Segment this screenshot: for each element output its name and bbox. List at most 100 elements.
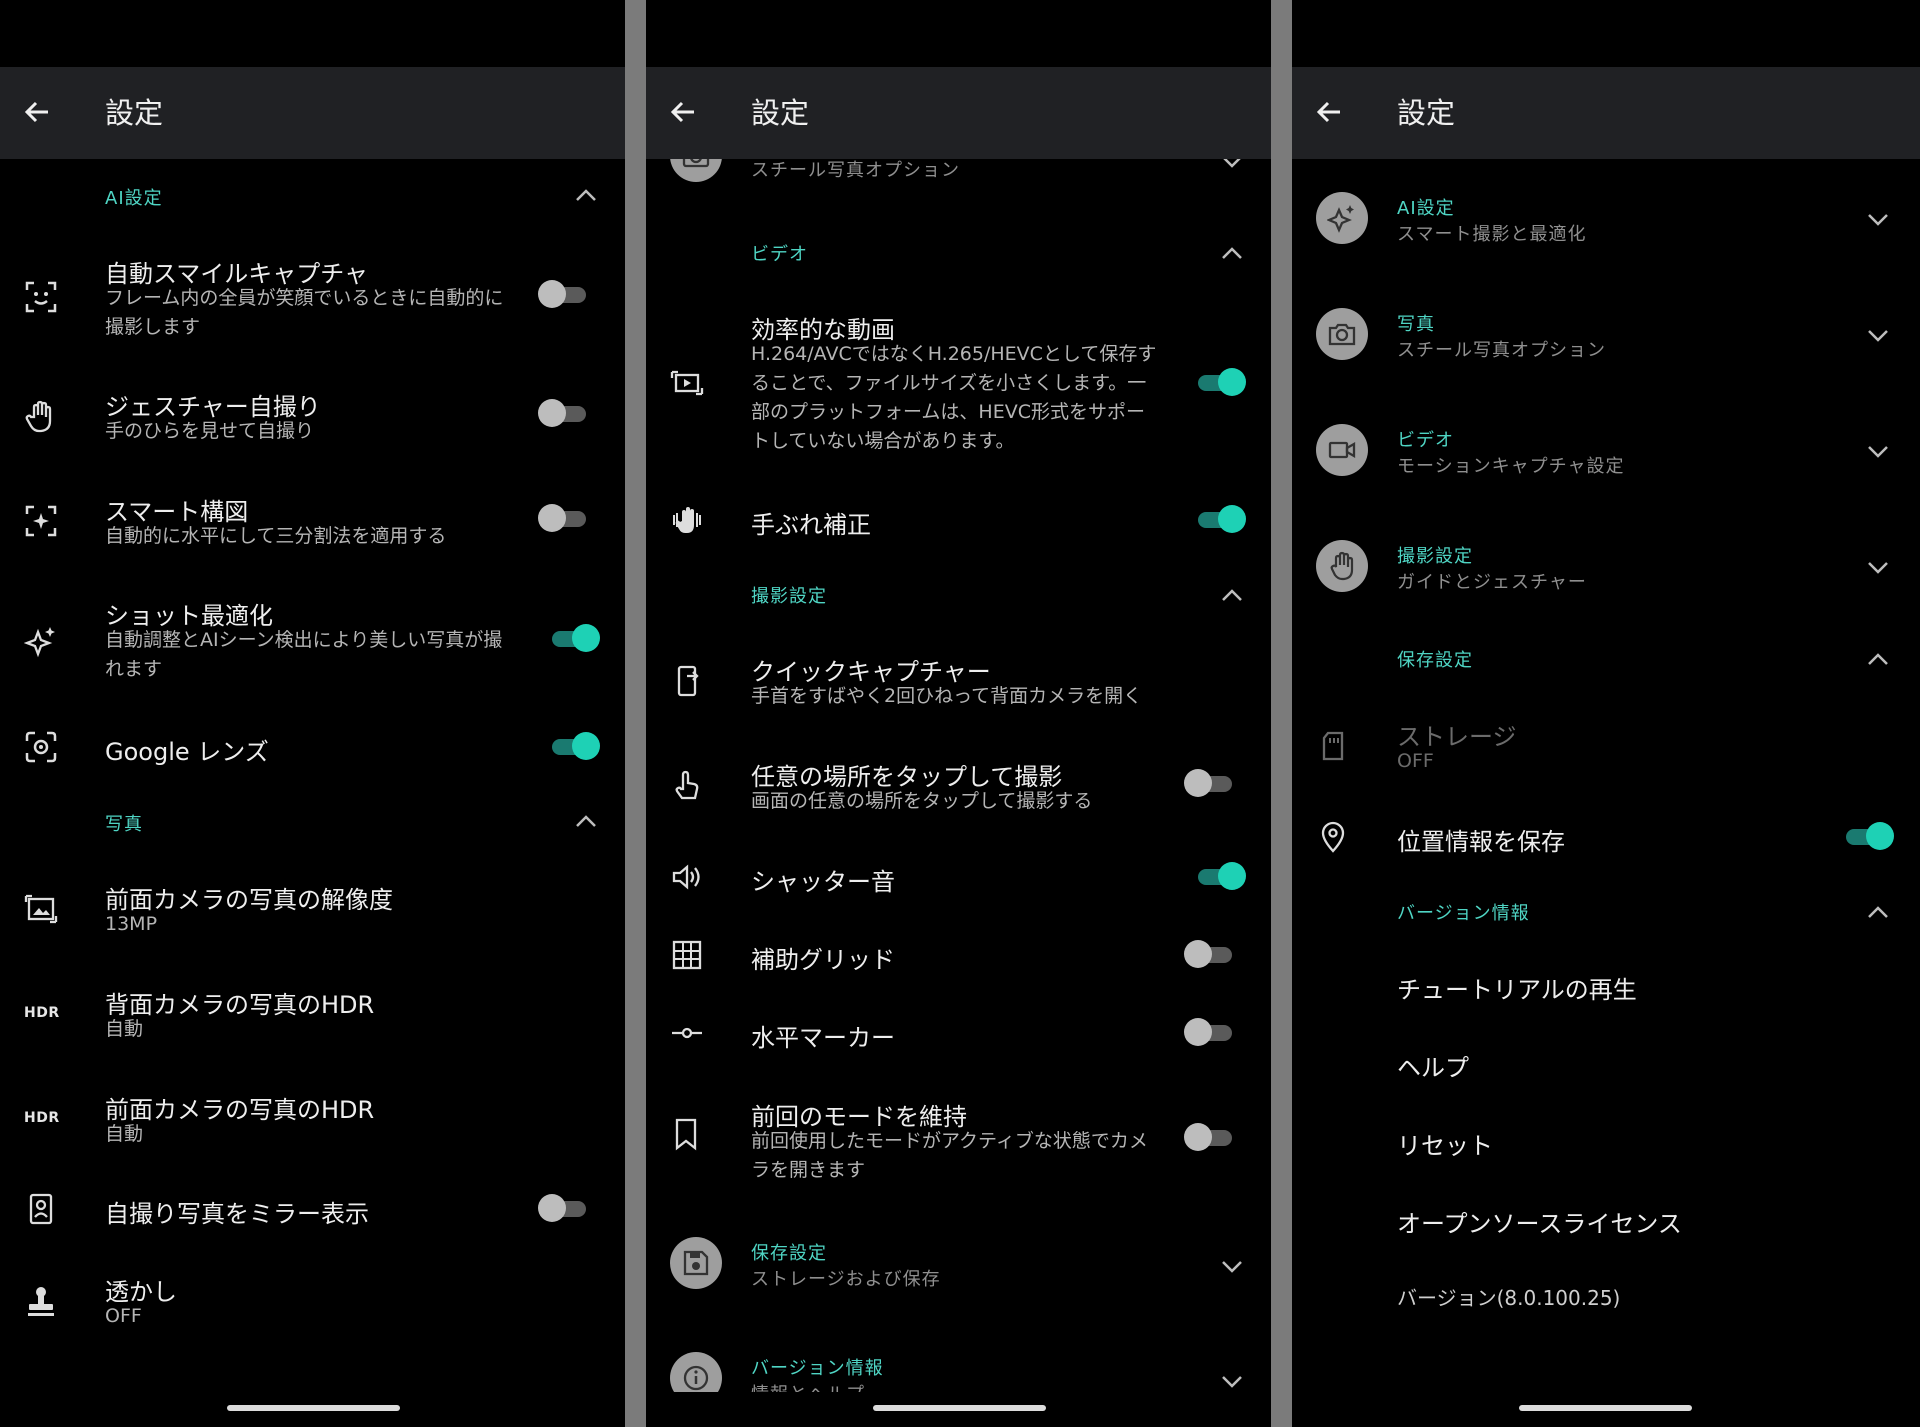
chevron-down-icon[interactable] (1867, 212, 1889, 226)
chevron-up-icon[interactable] (575, 813, 597, 827)
setting-title: 背面カメラの写真のHDR (105, 991, 375, 1019)
category-subtitle: スマート撮影と最適化 (1397, 224, 1587, 245)
setting-subtitle: 前回使用したモードがアクティブな状態でカメラを開きます (751, 1130, 1148, 1181)
setting-subtitle: フレーム内の全員が笑顔でいるときに自動的に撮影します (105, 287, 504, 338)
toggle-save-location[interactable] (1842, 822, 1894, 850)
category-title: ビデオ (1397, 430, 1454, 451)
category-subtitle: モーションキャプチャ設定 (1397, 456, 1625, 477)
category-subtitle: ガイドとジェスチャー (1397, 572, 1587, 593)
chevron-up-icon[interactable] (1867, 904, 1889, 918)
chevron-down-icon[interactable] (1867, 444, 1889, 458)
chevron-down-icon[interactable] (1221, 1374, 1243, 1388)
sparkle-icon (23, 624, 58, 658)
version-text: バージョン(8.0.100.25) (1397, 1286, 1621, 1310)
setting-subtitle: 画面の任意の場所をタップして撮影する (751, 790, 1093, 812)
location-pin-icon (1316, 820, 1350, 854)
chevron-up-icon[interactable] (1221, 245, 1243, 259)
toggle-stabilization[interactable] (1194, 505, 1246, 533)
setting-subtitle: 自動 (105, 1018, 144, 1040)
toggle-efficient-video[interactable] (1194, 368, 1246, 396)
back-arrow-icon[interactable] (22, 97, 52, 127)
panel-divider (1271, 0, 1292, 1427)
home-indicator[interactable] (227, 1405, 400, 1411)
home-indicator[interactable] (1519, 1405, 1692, 1411)
section-header-version: バージョン情報 (1397, 903, 1530, 924)
image-resolution-icon (24, 892, 58, 926)
toggle-level-marker[interactable] (1184, 1018, 1236, 1046)
setting-subtitle: 自動調整とAIシーン検出により美しい写真が撮れます (105, 629, 503, 680)
chevron-down-icon[interactable] (1867, 328, 1889, 342)
palm-icon (24, 399, 58, 433)
link-reset[interactable]: リセット (1397, 1126, 1493, 1161)
setting-subtitle: 手首をすばやく2回ひねって背面カメラを開く (751, 685, 1143, 707)
panel-divider (625, 0, 646, 1427)
setting-subtitle: OFF (105, 1305, 142, 1327)
page-title: 設定 (105, 96, 164, 130)
category-version-info[interactable]: バージョン情報 情報とヘルプ (646, 1352, 1271, 1392)
toggle-shot-optimization[interactable] (548, 624, 600, 652)
toggle-grid[interactable] (1184, 940, 1236, 968)
settings-panel-video-shooting: スチール写真オプション 設定 ビデオ 効率的な動画 H.264/AVCではなくH… (646, 0, 1271, 1427)
toggle-google-lens[interactable] (548, 732, 600, 760)
hdr-icon: HDR (24, 1005, 60, 1021)
composition-sparkle-icon (24, 504, 58, 538)
link-open-source-licenses[interactable]: オープンソースライセンス (1397, 1204, 1682, 1239)
toggle-shutter-sound[interactable] (1194, 862, 1246, 890)
category-subtitle: 情報とヘルプ (751, 1380, 865, 1392)
toggle-mirror-selfie[interactable] (538, 1194, 590, 1222)
setting-subtitle: 手のひらを見せて自撮り (105, 420, 315, 442)
section-header-shooting: 撮影設定 (751, 586, 827, 607)
chevron-up-icon[interactable] (1867, 651, 1889, 665)
category-title: 保存設定 (751, 1243, 827, 1264)
page-title: 設定 (1397, 96, 1456, 130)
section-header-save: 保存設定 (1397, 650, 1473, 671)
setting-title: 自撮り写真をミラー表示 (105, 1200, 369, 1228)
category-subtitle: スチール写真オプション (1397, 340, 1606, 361)
setting-title: 補助グリッド (751, 946, 895, 974)
setting-title: 前面カメラの写真のHDR (105, 1096, 375, 1124)
page-title: 設定 (751, 96, 810, 130)
video-camera-icon (1316, 424, 1368, 476)
link-tutorial[interactable]: チュートリアルの再生 (1397, 970, 1637, 1005)
chevron-up-icon[interactable] (575, 187, 597, 201)
home-indicator[interactable] (873, 1405, 1046, 1411)
setting-subtitle: OFF (1397, 750, 1434, 772)
bookmark-icon (670, 1117, 704, 1151)
hdr-icon: HDR (24, 1110, 60, 1126)
setting-subtitle: 自動的に水平にして三分割法を適用する (105, 525, 447, 547)
toggle-tap-anywhere[interactable] (1184, 769, 1236, 797)
palm-icon (1316, 540, 1368, 592)
setting-subtitle: 13MP (105, 913, 158, 935)
app-bar: 設定 (646, 67, 1271, 159)
toggle-keep-mode[interactable] (1184, 1123, 1236, 1151)
stamp-icon (24, 1284, 58, 1318)
category-subtitle: ストレージおよび保存 (751, 1269, 941, 1290)
chevron-up-icon[interactable] (1221, 587, 1243, 601)
camera-icon (1316, 308, 1368, 360)
chevron-down-icon[interactable] (1867, 560, 1889, 574)
sparkle-icon (1316, 192, 1368, 244)
setting-title: 水平マーカー (751, 1024, 895, 1052)
portrait-icon (24, 1192, 58, 1226)
setting-subtitle: H.264/AVCではなくH.265/HEVCとして保存することで、ファイルサイ… (751, 343, 1157, 452)
section-header-photo: 写真 (105, 814, 143, 835)
toggle-smart-composition[interactable] (538, 504, 590, 532)
lens-icon (24, 730, 58, 764)
section-header-video: ビデオ (751, 244, 808, 265)
speaker-icon (670, 860, 704, 894)
face-frame-icon (24, 280, 58, 314)
setting-title: 手ぶれ補正 (751, 511, 871, 539)
back-arrow-icon[interactable] (1314, 97, 1344, 127)
chevron-down-icon[interactable] (1221, 1259, 1243, 1273)
link-help[interactable]: ヘルプ (1397, 1048, 1469, 1083)
phone-twist-icon (670, 664, 704, 698)
toggle-gesture-selfie[interactable] (538, 399, 590, 427)
info-icon (670, 1352, 722, 1392)
back-arrow-icon[interactable] (668, 97, 698, 127)
category-title: 写真 (1397, 314, 1435, 335)
toggle-auto-smile[interactable] (538, 280, 590, 308)
save-icon (670, 1237, 722, 1289)
level-icon (670, 1016, 704, 1050)
app-bar: 設定 (1292, 67, 1920, 159)
video-compress-icon (670, 366, 704, 400)
